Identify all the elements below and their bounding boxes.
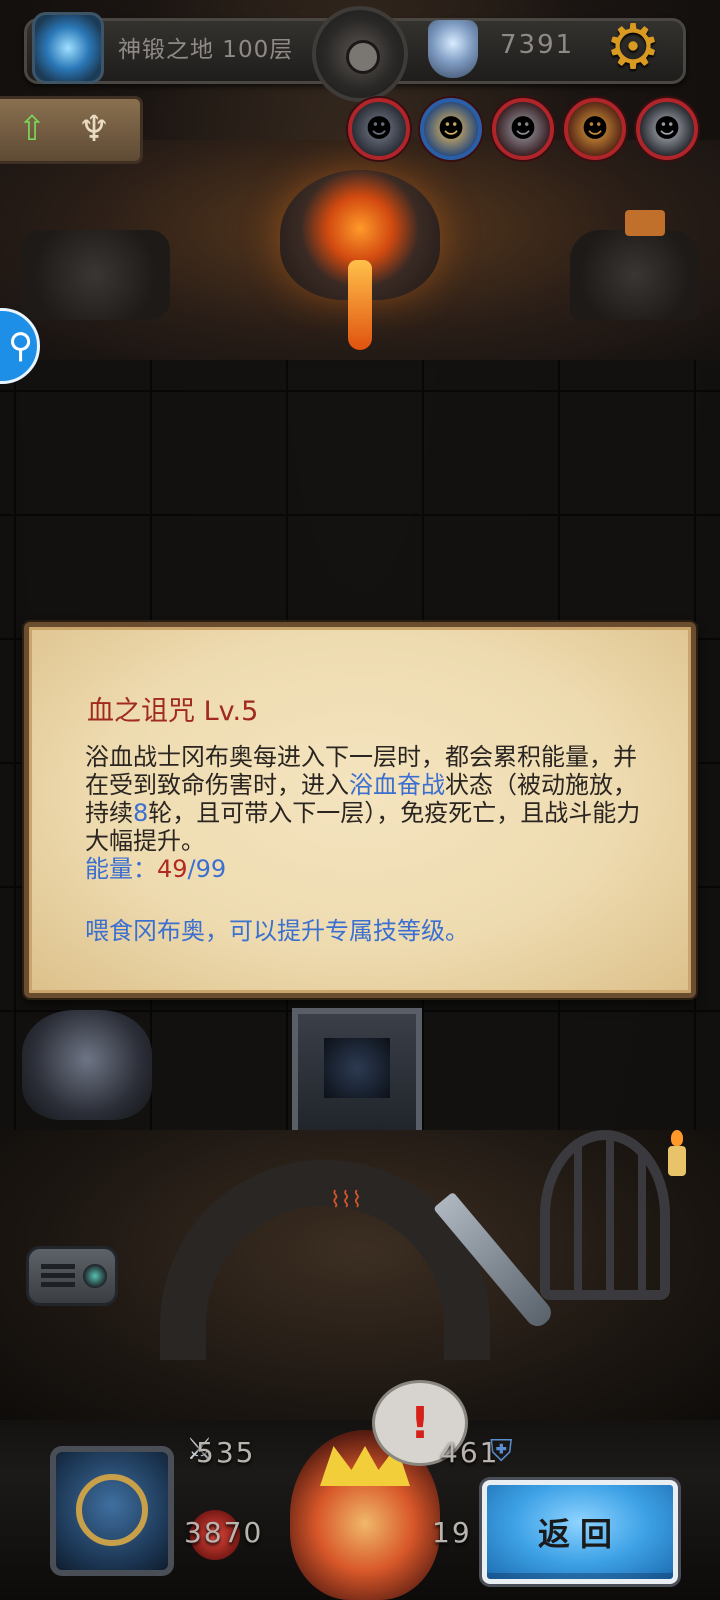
upgrade-plaque[interactable]: ⇧ ♆: [0, 96, 143, 164]
back-button-label: 返回: [537, 1515, 622, 1553]
floor-label: 神锻之地 100层: [118, 37, 294, 63]
energy-max: 99: [195, 855, 227, 883]
hero-portrait-3[interactable]: ☻: [492, 98, 554, 160]
hp-value: 3870: [184, 1516, 264, 1549]
coal-pile: [20, 230, 170, 320]
alert-icon: !: [409, 1397, 431, 1449]
attack-value: 535: [196, 1436, 256, 1469]
up-arrow-icon: ⇧: [17, 109, 47, 149]
energy-line: 能量：49/99: [85, 855, 226, 883]
skill-description: 浴血战士冈布奥每进入下一层时，都会累积能量，并在受到致命伤害时，进入浴血奋战状态…: [85, 743, 645, 855]
energy-label: 能量：: [85, 855, 157, 883]
desc-highlight-turns: 8: [133, 799, 149, 827]
cage-item[interactable]: [540, 1130, 670, 1300]
search-icon: ⚲: [8, 326, 33, 366]
compass-icon: [76, 1474, 148, 1546]
hero-portrait-2[interactable]: ☻: [420, 98, 482, 160]
hero-portrait-4[interactable]: ☻: [564, 98, 626, 160]
defense-value: 461: [440, 1436, 500, 1469]
rune-icon: ⌇⌇⌇: [330, 1188, 363, 1213]
eye-icon: [346, 40, 380, 74]
spiked-helmet-icon[interactable]: [22, 1010, 152, 1120]
gem-count: 7391: [500, 30, 575, 60]
lava-pour: [348, 260, 372, 350]
energy-current: 49: [157, 855, 188, 883]
game-screen: 神锻之地 100层 7391 ⚙ ⇧ ♆ ☻ ☻ ☻ ☻ ☻ ⚲ 血之诅咒 Lv…: [0, 0, 720, 1600]
eye-dial-icon[interactable]: [312, 6, 408, 102]
portal-icon[interactable]: [32, 12, 104, 84]
hammer-icon: [625, 210, 665, 236]
menu-button[interactable]: [26, 1246, 118, 1306]
hero-portrait-icon: ☻: [509, 114, 537, 144]
feed-tip: 喂食冈布奥，可以提升专属技等级。: [85, 917, 469, 945]
anvil: [570, 230, 700, 320]
energy-separator: /: [187, 855, 196, 883]
menu-dot-icon: [83, 1264, 107, 1288]
skill-title: 血之诅咒 Lv.5: [87, 696, 259, 727]
hero-portrait-icon: ☻: [653, 114, 681, 144]
hero-portrait-1[interactable]: ☻: [348, 98, 410, 160]
desc-part-3: 轮，且可带入下一层），免疫死亡，且战斗能力大幅提升。: [85, 799, 641, 855]
trophy-icon: ♆: [77, 109, 111, 150]
hero-portrait-icon: ☻: [365, 114, 393, 144]
doorway-interior: [324, 1038, 390, 1098]
skill-info-panel: 血之诅咒 Lv.5 浴血战士冈布奥每进入下一层时，都会累积能量，并在受到致命伤害…: [24, 622, 696, 998]
gear-icon[interactable]: ⚙: [600, 14, 666, 80]
candle-icon: [668, 1130, 686, 1176]
back-button[interactable]: 返回: [482, 1480, 678, 1584]
hero-portrait-icon: ☻: [581, 114, 609, 144]
stairs-doorway[interactable]: [292, 1008, 422, 1148]
menu-lines-icon: [41, 1264, 75, 1288]
map-button[interactable]: [50, 1446, 174, 1576]
hero-portrait-5[interactable]: ☻: [636, 98, 698, 160]
forge-scene: [0, 140, 720, 366]
hero-portrait-icon: ☻: [437, 114, 465, 144]
desc-highlight-state: 浴血奋战: [349, 771, 445, 799]
gem-icon: [428, 20, 478, 78]
extra-value: 19: [432, 1516, 472, 1549]
